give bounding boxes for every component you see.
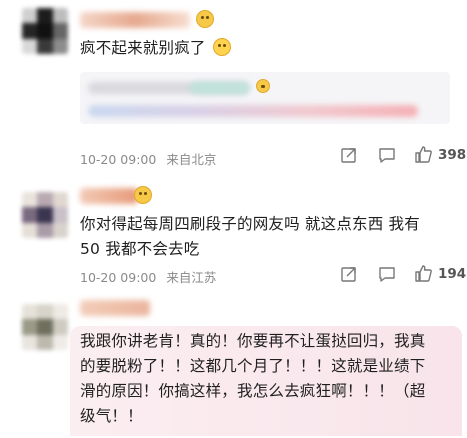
reply-emoji-icon xyxy=(256,79,270,93)
crying-emoji-icon xyxy=(212,38,231,56)
comment-text-line-1: 你对得起每周四刷段子的网友吗 就这点东西 我有 xyxy=(80,215,420,233)
like-icon[interactable] xyxy=(414,145,433,164)
comment-text: 疯不起来就别疯了 xyxy=(80,36,231,61)
location: 来自北京 xyxy=(166,152,217,167)
comment-text-line-1: 我跟你讲老肯！真的！你要再不让蛋挞回归，我真 xyxy=(80,332,426,350)
comment-text-line-2: 50 我都不会去吃 xyxy=(80,240,200,258)
reply-preview[interactable] xyxy=(80,72,450,124)
share-icon[interactable] xyxy=(340,265,358,283)
comment-text-line-2: 的要脱粉了！！这都几个月了！！！这就是业绩下 xyxy=(80,357,426,375)
timestamp: 10-20 09:00 xyxy=(80,270,157,285)
reply-preview-line-1b xyxy=(190,82,250,94)
like-count: 194 xyxy=(438,266,467,282)
location: 来自江苏 xyxy=(166,270,217,285)
username-blurred[interactable] xyxy=(80,188,138,204)
comment-text: 我跟你讲老肯！真的！你要再不让蛋挞回归，我真 的要脱粉了！！这都几个月了！！！这… xyxy=(80,329,425,429)
like-count: 398 xyxy=(438,147,467,163)
comment-text-line-4: 级气！！ xyxy=(80,407,143,425)
reply-preview-line-2 xyxy=(88,105,418,117)
comment-text: 你对得起每周四刷段子的网友吗 就这点东西 我有 50 我都不会去吃 xyxy=(80,212,420,262)
like-icon[interactable] xyxy=(414,264,433,283)
comment-icon[interactable] xyxy=(378,265,396,283)
highlighted-comment-box: 我跟你讲老肯！真的！你要再不让蛋挞回归，我真 的要脱粉了！！这都几个月了！！！这… xyxy=(70,326,462,436)
username-blurred[interactable] xyxy=(80,300,150,316)
avatar[interactable] xyxy=(22,8,68,54)
comment-meta: 10-20 09:00 来自江苏 xyxy=(80,267,216,286)
comment-icon[interactable] xyxy=(378,146,396,164)
avatar[interactable] xyxy=(22,192,68,238)
username-blurred[interactable] xyxy=(80,12,190,28)
timestamp: 10-20 09:00 xyxy=(80,152,157,167)
comment-meta: 10-20 09:00 来自北京 xyxy=(80,149,216,168)
share-icon[interactable] xyxy=(340,146,358,164)
comment-text-line-3: 滑的原因！你搞这样，我怎么去疯狂啊！！！（超 xyxy=(80,382,426,400)
user-badge-icon xyxy=(134,186,152,204)
user-badge-icon xyxy=(196,10,214,28)
avatar[interactable] xyxy=(22,304,68,350)
